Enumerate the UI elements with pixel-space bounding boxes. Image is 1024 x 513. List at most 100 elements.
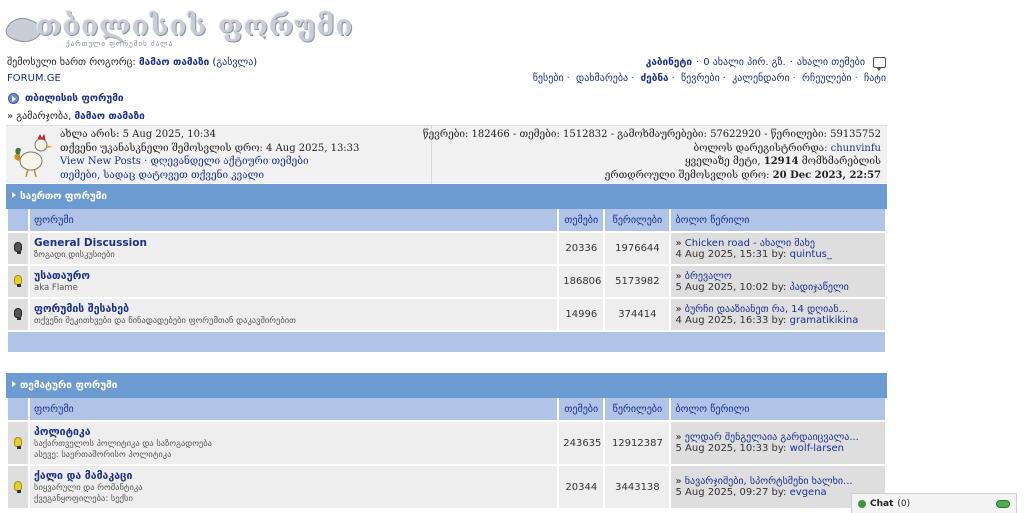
forum-row: ფორუმის შესახებ თქვენი შეკითხვები და წინა…	[8, 299, 885, 332]
last-post-user-link[interactable]: gramatikikina	[790, 315, 859, 326]
nav-calendar[interactable]: კალენდარი	[732, 73, 790, 84]
last-post-link[interactable]: ბურჩი დააზიანეთ რა, 14 დღიან...	[685, 304, 848, 315]
category-header[interactable]: საერთო ფორუმი	[6, 184, 887, 209]
active-topics-link[interactable]: დღევანდელი აქტიური თემები	[150, 156, 308, 167]
column-header-topics: თემები	[559, 398, 604, 422]
chat-count: (0)	[897, 498, 911, 509]
category-title: თემატური ფორუმი	[20, 380, 118, 391]
forum-table: ფორუმი თემები წერილები ბოლო წერილი პოლიტ…	[6, 398, 887, 510]
bulb-on-icon	[14, 436, 23, 449]
forum-description: aka Flame	[34, 283, 78, 293]
nav-rules[interactable]: წესები	[533, 73, 564, 84]
most-online-prefix: ყველაზე მეტი,	[684, 156, 761, 167]
last-post-date: 4 Aug 2025, 16:33 by:	[675, 314, 787, 326]
bulb-off-icon	[14, 308, 23, 320]
forum-row: ქალი და მამაკაცი სიყვარული და რომანტიკა ქვ…	[8, 466, 885, 510]
post-count: 1976644	[605, 233, 670, 266]
most-online-count: 12914	[763, 156, 799, 167]
view-new-posts-link[interactable]: View New Posts	[60, 156, 141, 167]
greeting-user-link[interactable]: მამაო თამაზი	[74, 111, 144, 122]
user-profile-link[interactable]: მამაო თამაზი	[139, 57, 209, 68]
cabinet-link[interactable]: კაბინეტი	[646, 57, 692, 68]
greeting-prefix: » გამარჯობა,	[7, 111, 72, 122]
site-logo[interactable]: თბილისის ფორუმი ქართული ფორუმის ძალა	[4, 4, 353, 56]
topic-count: 20336	[559, 233, 604, 266]
category-header[interactable]: თემატური ფორუმი	[6, 373, 887, 398]
simultaneous-date: 20 Dec 2023, 22:57	[772, 169, 881, 181]
welcome-line: შემოსული ხართ როგორც: მამაო თამაზი (გასვ…	[7, 57, 257, 68]
last-post-link[interactable]: ელდარ შენგელაია გარდაიცვალა...	[685, 432, 859, 443]
last-registered-user-link[interactable]: chunvinfu	[831, 143, 881, 154]
forum-row: General Discussion ზოგადი დისკუსიები 2033…	[8, 233, 885, 266]
logout-close: )	[253, 57, 258, 68]
post-count: 5173982	[605, 266, 670, 299]
collapse-arrow-icon[interactable]	[12, 381, 16, 387]
nav-chat[interactable]: ჩატი	[864, 73, 886, 84]
my-posted-topics-link[interactable]: თემები, სადაც დატოვეთ თქვენი კვალი	[60, 170, 264, 181]
current-time: ახლა არის: 5 Aug 2025, 10:34	[60, 129, 217, 140]
nav-search[interactable]: ძებნა	[641, 73, 669, 84]
logout-link[interactable]: გასვლა	[216, 57, 253, 68]
last-post-date: 5 Aug 2025, 10:33 by:	[675, 443, 787, 454]
last-post-user-link[interactable]: პადიჯაწელი	[790, 282, 849, 293]
private-messages-link[interactable]: 0 ახალი პირ. გზ.	[703, 57, 786, 68]
rooster-mascot-icon	[14, 133, 53, 178]
chat-bubble-icon[interactable]	[873, 57, 886, 71]
forum-link[interactable]: ფორუმის შესახებ	[34, 303, 553, 315]
last-post-link[interactable]: ბრევალო	[685, 271, 732, 282]
chat-toggle[interactable]	[996, 499, 1010, 508]
chat-label: Chat	[870, 498, 894, 509]
forum-description: სიყვარული და რომანტიკა	[34, 483, 143, 493]
category-thematic: თემატური ფორუმი ფორუმი თემები წერილები ბ…	[6, 373, 887, 510]
subforum-link[interactable]: ქვეგანყოფილება: სექსი	[34, 494, 553, 504]
breadcrumb-home-link[interactable]: თბილისის ფორუმი	[25, 93, 124, 104]
last-post-user-link[interactable]: wolf-larsen	[790, 443, 844, 454]
chat-widget[interactable]: Chat (0)	[851, 493, 1017, 513]
bulb-off-icon	[14, 242, 23, 254]
forum-link[interactable]: General Discussion	[34, 237, 553, 249]
last-post-user-link[interactable]: quintus_	[790, 249, 832, 260]
topic-count: 20344	[559, 466, 604, 510]
post-count: 3443138	[605, 466, 670, 510]
greeting: » გამარჯობა, მამაო თამაზი	[7, 111, 145, 122]
new-topics-link[interactable]: ახალი თემები	[797, 57, 865, 68]
topic-count: 243635	[559, 422, 604, 466]
main-nav: წესები · დახმარება · ძებნა · წევრები · კალენ…	[532, 73, 886, 84]
logo-title: თბილისის ფორუმი	[36, 9, 354, 42]
last-post-link[interactable]: Chicken road - ახალი მახე	[685, 238, 815, 249]
forum-link[interactable]: უსათაურო	[34, 270, 553, 282]
welcome-prefix: შემოსული ხართ როგორც:	[7, 57, 136, 68]
play-circle-icon	[8, 93, 19, 104]
last-visit: თქვენი უკანასკნელი შემოსვლის დრო: 4 Aug …	[60, 142, 360, 154]
category-general: საერთო ფორუმი ფორუმი თემები წერილები ბოლ…	[6, 184, 887, 352]
last-post-date: 4 Aug 2025, 15:31 by:	[675, 248, 787, 260]
site-home-link[interactable]: FORUM.GE	[7, 73, 61, 84]
column-header-posts: წერილები	[605, 209, 670, 233]
simultaneous-prefix: ერთდროული შემოსვლის დრო:	[604, 169, 770, 181]
topic-count: 14996	[559, 299, 604, 332]
collapse-arrow-icon[interactable]	[12, 192, 16, 198]
nav-favorites[interactable]: რჩეულები	[802, 73, 852, 84]
last-post-user-link[interactable]: evgena	[790, 487, 827, 498]
forum-description: საქართველოს პოლიტიკა და საზოგადოება	[34, 439, 212, 449]
forum-link[interactable]: პოლიტიკა	[34, 426, 553, 438]
column-header-last-post: ბოლო წერილი	[671, 209, 885, 233]
post-count: 374414	[605, 299, 670, 332]
subforum-link[interactable]: ასევე: საერთაშორისო პოლიტიკა	[34, 450, 553, 460]
forum-row: პოლიტიკა საქართველოს პოლიტიკა და საზოგადო…	[8, 422, 885, 466]
nav-help[interactable]: დახმარება	[576, 73, 628, 84]
logo-subtitle: ქართული ფორუმის ძალა	[66, 40, 174, 48]
breadcrumb: თბილისის ფორუმი	[8, 93, 124, 104]
nav-members[interactable]: წევრები	[681, 73, 720, 84]
topic-count: 186806	[559, 266, 604, 299]
column-header-forum: ფორუმი	[30, 209, 558, 233]
category-title: საერთო ფორუმი	[20, 191, 108, 202]
forum-link[interactable]: ქალი და მამაკაცი	[34, 470, 553, 482]
board-info-panel: ახლა არის: 5 Aug 2025, 10:34 თქვენი უკან…	[6, 125, 887, 184]
forum-description: ზოგადი დისკუსიები	[34, 250, 115, 260]
board-stats: წევრები: 182466 - თემები: 1512832 - გამო…	[422, 129, 881, 140]
last-post-link[interactable]: ნავარჯიშები, სპორტსმენი ხალხი...	[685, 476, 853, 487]
category-footer	[8, 332, 885, 352]
forum-description: თქვენი შეკითხვები და წინადადებები ფორუმთ…	[34, 316, 296, 326]
last-post-date: 5 Aug 2025, 10:02 by:	[675, 281, 787, 293]
